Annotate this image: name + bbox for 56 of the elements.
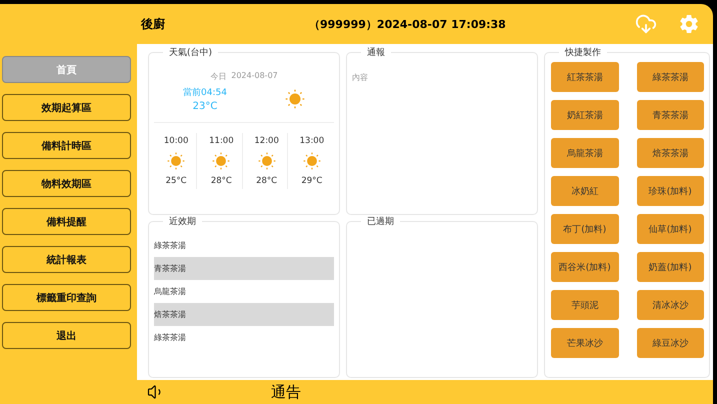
forecast-temperature: 28°C <box>210 176 232 186</box>
notice-content: 內容 <box>352 73 368 82</box>
date-text: 2024-08-07 <box>231 71 278 82</box>
quick-make-button[interactable]: 綠豆冰沙 <box>636 328 704 358</box>
header-info: （999999）2024-08-07 17:09:38 <box>309 16 507 32</box>
forecast-time: 13:00 <box>300 136 324 146</box>
forecast-time: 12:00 <box>254 136 279 146</box>
sidebar-item[interactable]: 效期起算區 <box>2 94 131 121</box>
date-label: 今日 <box>210 71 226 82</box>
quick-make-button[interactable]: 綠茶茶湯 <box>636 62 704 92</box>
sidebar-item[interactable]: 統計報表 <box>2 246 131 273</box>
quick-make-button[interactable]: 青茶茶湯 <box>636 100 704 130</box>
quick-make-button[interactable]: 奶蓋(加料) <box>636 252 704 282</box>
panel-legend: 通報 <box>361 48 391 58</box>
current-temperature: 23°C <box>192 101 218 112</box>
cloud-download-icon[interactable] <box>635 13 657 35</box>
panel-legend: 已過期 <box>361 217 400 227</box>
sun-icon <box>212 152 230 170</box>
quick-make-button[interactable]: 西谷米(加料) <box>551 252 618 282</box>
quick-make-button[interactable]: 冰奶紅 <box>551 176 618 206</box>
quick-make-button[interactable]: 布丁(加料) <box>551 214 618 244</box>
list-row[interactable]: 焙茶茶湯 <box>154 303 334 326</box>
quick-make-button[interactable]: 紅茶茶湯 <box>551 62 618 92</box>
forecast-temperature: 28°C <box>256 176 278 186</box>
quick-make-button[interactable]: 珍珠(加料) <box>636 176 704 206</box>
list-row[interactable]: 綠茶茶湯 <box>154 326 334 349</box>
forecast-time: 10:00 <box>164 136 188 146</box>
forecast-temperature: 25°C <box>166 176 187 186</box>
sidebar-item[interactable]: 物料效期區 <box>2 170 131 197</box>
forecast-temperature: 29°C <box>301 176 322 186</box>
quick-make-button[interactable]: 奶紅茶湯 <box>551 100 618 130</box>
sidebar-item[interactable]: 標籤重印查詢 <box>2 284 131 311</box>
sidebar-item[interactable]: 退出 <box>2 322 131 349</box>
settings-icon[interactable] <box>679 14 699 34</box>
quick-make-button[interactable]: 烏龍茶湯 <box>551 138 618 168</box>
panel-legend: 天氣(台中) <box>163 48 218 58</box>
quick-make-button[interactable]: 芒果冰沙 <box>551 328 618 358</box>
quick-make-button[interactable]: 清冰冰沙 <box>636 290 704 320</box>
list-row[interactable]: 綠茶茶湯 <box>154 234 334 257</box>
sun-icon <box>302 152 321 170</box>
footer-notice: 通告 <box>271 382 301 402</box>
quick-make-button[interactable]: 仙草(加料) <box>636 214 704 244</box>
list-row[interactable]: 烏龍茶湯 <box>154 280 334 303</box>
page-title: 後廚 <box>141 16 166 32</box>
sun-icon <box>167 152 186 170</box>
sun-icon <box>284 89 305 109</box>
current-time: 當前04:54 <box>183 86 227 99</box>
sidebar-item[interactable]: 備料計時區 <box>2 132 131 159</box>
panel-legend: 快捷製作 <box>559 48 607 58</box>
forecast-time: 11:00 <box>209 136 234 146</box>
quick-make-button[interactable]: 芋頭泥 <box>551 290 618 320</box>
quick-make-button[interactable]: 焙茶茶湯 <box>636 138 704 168</box>
list-row[interactable]: 青茶茶湯 <box>154 257 334 280</box>
panel-legend: 近效期 <box>163 217 202 227</box>
sun-icon <box>258 152 276 170</box>
sidebar-item[interactable]: 備料提醒 <box>2 208 131 235</box>
